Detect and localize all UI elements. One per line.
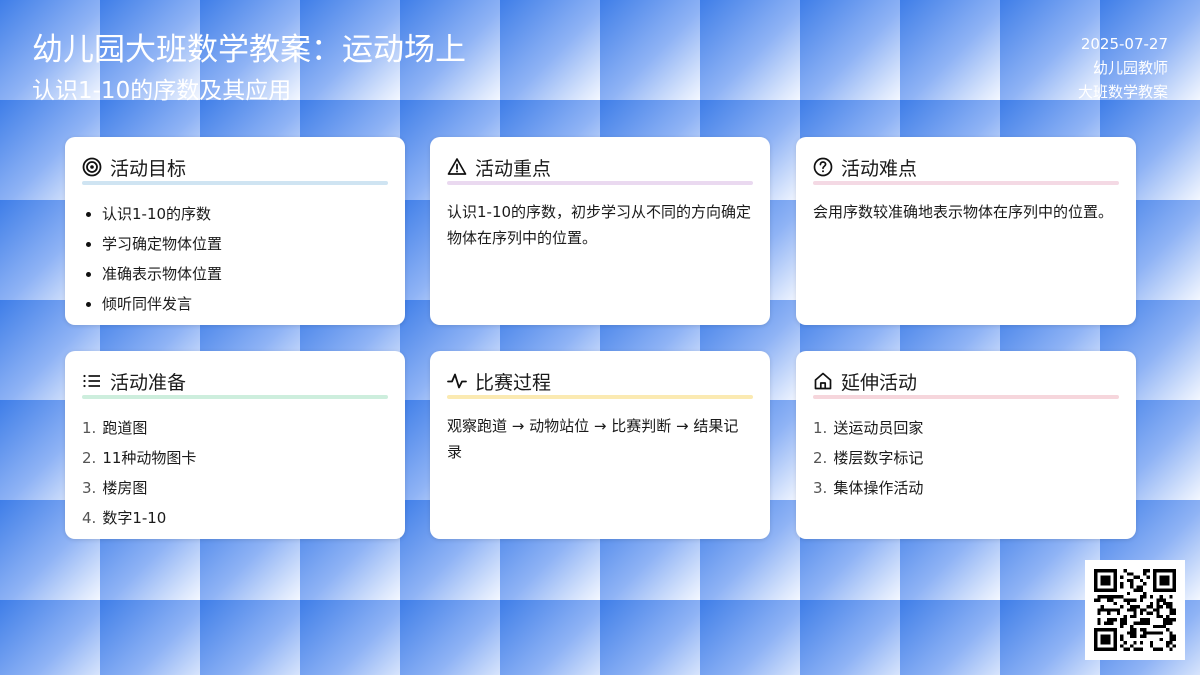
- card-header: 活动目标: [82, 153, 388, 181]
- list-label: 送运动员回家: [833, 419, 924, 437]
- card-activity-prep: 活动准备 1. 跑道图 2. 11种动物图卡 3. 楼房图 4. 数字1-10: [65, 351, 405, 539]
- warning-triangle-icon: [447, 157, 467, 177]
- card-competition-process: 比赛过程 观察跑道 → 动物站位 → 比赛判断 → 结果记录: [430, 351, 770, 539]
- card-title: 活动重点: [475, 157, 552, 180]
- list-item: 准确表示物体位置: [102, 259, 388, 289]
- list-number: 1.: [813, 419, 828, 437]
- page-subtitle: 认识1-10的序数及其应用: [32, 78, 292, 104]
- list-label: 数字1-10: [102, 509, 167, 527]
- list-label: 集体操作活动: [833, 479, 924, 497]
- qr-code[interactable]: [1085, 560, 1185, 660]
- category-label: 大班数学教案: [1077, 83, 1168, 101]
- list-label: 跑道图: [102, 419, 148, 437]
- goals-list: 认识1-10的序数 学习确定物体位置 准确表示物体位置 倾听同伴发言: [82, 199, 388, 319]
- list-item: 认识1-10的序数: [102, 199, 388, 229]
- card-extension-activity: 延伸活动 1. 送运动员回家 2. 楼层数字标记 3. 集体操作活动: [796, 351, 1136, 539]
- card-title-underline: [447, 395, 753, 399]
- list-number: 3.: [82, 479, 97, 497]
- qr-code-icon: [1094, 569, 1176, 651]
- header-meta: 2025-07-27 幼儿园教师 大班数学教案: [1078, 32, 1168, 104]
- list-item: 1. 跑道图: [82, 413, 388, 443]
- list-number: 4.: [82, 509, 97, 527]
- card-title-underline: [447, 181, 753, 185]
- card-title: 活动目标: [110, 157, 187, 180]
- prep-list: 1. 跑道图 2. 11种动物图卡 3. 楼房图 4. 数字1-10: [82, 413, 388, 533]
- card-header: 活动难点: [813, 153, 1119, 181]
- card-title: 延伸活动: [841, 371, 918, 394]
- list-item: 3. 楼房图: [82, 473, 388, 503]
- list-number: 2.: [813, 449, 828, 467]
- card-title: 活动准备: [110, 371, 187, 394]
- card-title-underline: [813, 181, 1119, 185]
- list-item: 倾听同伴发言: [102, 289, 388, 319]
- list-label: 11种动物图卡: [102, 449, 197, 467]
- list-number: 1.: [82, 419, 97, 437]
- card-title: 比赛过程: [475, 371, 552, 394]
- list-item: 2. 11种动物图卡: [82, 443, 388, 473]
- list-item: 2. 楼层数字标记: [813, 443, 1119, 473]
- card-activity-difficulty: 活动难点 会用序数较准确地表示物体在序列中的位置。: [796, 137, 1136, 325]
- card-text: 观察跑道 → 动物站位 → 比赛判断 → 结果记录: [447, 417, 739, 461]
- list-item: 学习确定物体位置: [102, 229, 388, 259]
- home-icon: [813, 371, 833, 391]
- extension-list: 1. 送运动员回家 2. 楼层数字标记 3. 集体操作活动: [813, 413, 1119, 503]
- list-number: 2.: [82, 449, 97, 467]
- card-title-underline: [813, 395, 1119, 399]
- list-item: 4. 数字1-10: [82, 503, 388, 533]
- date-label: 2025-07-27: [1080, 35, 1168, 53]
- card-activity-focus: 活动重点 认识1-10的序数，初步学习从不同的方向确定物体在序列中的位置。: [430, 137, 770, 325]
- card-text: 认识1-10的序数，初步学习从不同的方向确定物体在序列中的位置。: [447, 203, 752, 247]
- list-number: 3.: [813, 479, 828, 497]
- card-activity-goals: 活动目标 认识1-10的序数 学习确定物体位置 准确表示物体位置 倾听同伴发言: [65, 137, 405, 325]
- activity-pulse-icon: [447, 371, 467, 391]
- page-title: 幼儿园大班数学教案：运动场上: [32, 32, 466, 68]
- author-label: 幼儿园教师: [1092, 59, 1168, 77]
- card-header: 活动准备: [82, 367, 388, 395]
- list-icon: [82, 371, 102, 391]
- card-header: 比赛过程: [447, 367, 753, 395]
- card-title-underline: [82, 395, 388, 399]
- list-item: 3. 集体操作活动: [813, 473, 1119, 503]
- card-text: 会用序数较准确地表示物体在序列中的位置。: [813, 203, 1114, 221]
- card-title-underline: [82, 181, 388, 185]
- list-item: 1. 送运动员回家: [813, 413, 1119, 443]
- target-icon: [82, 157, 102, 177]
- card-title: 活动难点: [841, 157, 918, 180]
- card-header: 活动重点: [447, 153, 753, 181]
- card-header: 延伸活动: [813, 367, 1119, 395]
- question-circle-icon: [813, 157, 833, 177]
- list-label: 楼层数字标记: [833, 449, 924, 467]
- list-label: 楼房图: [102, 479, 148, 497]
